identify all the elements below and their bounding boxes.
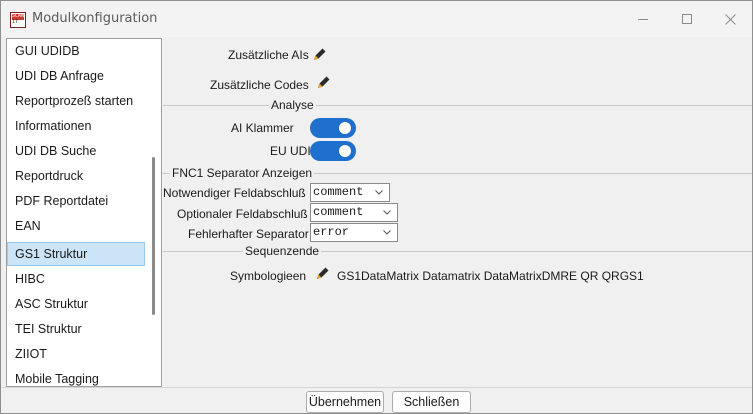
close-button[interactable]: Schließen bbox=[392, 391, 471, 413]
analyse-divider bbox=[163, 105, 752, 106]
required-terminator-value: comment bbox=[313, 185, 364, 199]
fnc1-group-title: FNC1 Separator Anzeigen bbox=[170, 166, 315, 180]
settings-panel: Zusätzliche AIs Zusätzliche Codes Analys… bbox=[163, 38, 752, 387]
symbologies-label: Symbologieen bbox=[230, 269, 307, 283]
analyse-group-title: Analyse bbox=[269, 98, 316, 112]
sidebar-item-ean[interactable]: EAN bbox=[7, 214, 145, 238]
sidebar-item-gs1-struktur[interactable]: GS1 Struktur bbox=[7, 242, 145, 266]
sidebar-item-udi-db-suche[interactable]: UDI DB Suche bbox=[7, 139, 145, 163]
minimize-icon bbox=[638, 18, 648, 20]
faulty-separator-select[interactable]: error bbox=[310, 223, 398, 242]
app-logo-bottom: IT bbox=[12, 19, 19, 25]
eu-udi-label: EU UDI bbox=[270, 144, 311, 158]
pencil-icon[interactable] bbox=[314, 265, 331, 282]
sidebar-item-hibc[interactable]: HIBC bbox=[7, 267, 145, 291]
symbologies-value: GS1DataMatrix Datamatrix DataMatrixDMRE … bbox=[337, 269, 644, 283]
close-window-button[interactable] bbox=[708, 7, 752, 31]
required-terminator-select[interactable]: comment bbox=[310, 183, 390, 202]
app-logo-icon: SCAN IT bbox=[10, 12, 26, 28]
sidebar-scrollbar[interactable] bbox=[152, 157, 155, 315]
required-terminator-label: Notwendiger Feldabschluß bbox=[163, 186, 306, 200]
faulty-separator-label: Fehlerhafter Separator bbox=[188, 227, 309, 241]
pencil-icon[interactable] bbox=[315, 74, 332, 91]
toggle-knob bbox=[339, 122, 351, 134]
config-window: SCAN IT Modulkonfiguration GUI UDIDB UDI… bbox=[0, 0, 753, 414]
optional-terminator-label: Optionaler Feldabschluß bbox=[177, 207, 308, 221]
maximize-button[interactable] bbox=[665, 7, 709, 31]
module-list[interactable]: GUI UDIDB UDI DB Anfrage Reportprozeß st… bbox=[6, 38, 162, 387]
toggle-knob bbox=[339, 145, 351, 157]
sidebar-item-tei-struktur[interactable]: TEI Struktur bbox=[7, 317, 145, 341]
ai-brackets-label: AI Klammer bbox=[231, 121, 294, 135]
close-icon bbox=[724, 13, 736, 25]
sequence-end-title: Sequenzende bbox=[243, 244, 322, 258]
sidebar-item-reportdruck[interactable]: Reportdruck bbox=[7, 164, 145, 188]
eu-udi-toggle[interactable] bbox=[310, 141, 356, 161]
sidebar-item-reportprozess-starten[interactable]: Reportprozeß starten bbox=[7, 89, 145, 113]
chevron-down-icon bbox=[375, 190, 383, 195]
sidebar-item-udi-db-anfrage[interactable]: UDI DB Anfrage bbox=[7, 64, 145, 88]
sidebar-item-gui-udidb[interactable]: GUI UDIDB bbox=[7, 39, 145, 63]
chevron-down-icon bbox=[383, 210, 391, 215]
minimize-button[interactable] bbox=[621, 7, 665, 31]
ai-brackets-toggle[interactable] bbox=[310, 118, 356, 138]
title-bar[interactable]: SCAN IT Modulkonfiguration bbox=[1, 1, 752, 37]
sidebar-item-asc-struktur[interactable]: ASC Struktur bbox=[7, 292, 145, 316]
optional-terminator-select[interactable]: comment bbox=[310, 203, 398, 222]
sidebar-item-ziiot[interactable]: ZIIOT bbox=[7, 342, 145, 366]
sidebar-item-mobile-tagging[interactable]: Mobile Tagging bbox=[7, 367, 145, 386]
window-title: Modulkonfiguration bbox=[32, 11, 158, 26]
optional-terminator-value: comment bbox=[313, 205, 364, 219]
sidebar-item-pdf-reportdatei[interactable]: PDF Reportdatei bbox=[7, 189, 145, 213]
sidebar-item-informationen[interactable]: Informationen bbox=[7, 114, 145, 138]
apply-button[interactable]: Übernehmen bbox=[306, 391, 384, 413]
extra-ais-label: Zusätzliche AIs bbox=[228, 48, 309, 62]
faulty-separator-value: error bbox=[313, 225, 350, 239]
extra-codes-label: Zusätzliche Codes bbox=[210, 78, 309, 92]
footer-divider bbox=[1, 387, 752, 388]
pencil-icon[interactable] bbox=[311, 46, 328, 63]
chevron-down-icon bbox=[383, 230, 391, 235]
maximize-icon bbox=[682, 14, 692, 24]
